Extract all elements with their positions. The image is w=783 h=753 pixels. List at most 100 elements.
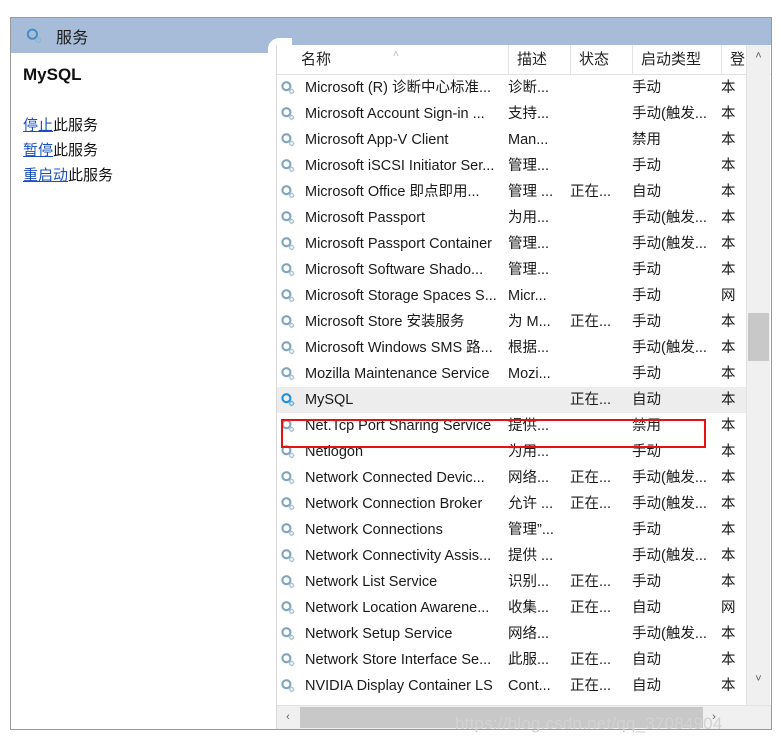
- scroll-left-icon[interactable]: ‹: [277, 706, 299, 729]
- table-row[interactable]: Microsoft Passport 为用... 手动(触发... 本: [277, 205, 748, 231]
- sort-ascending-icon: ˄: [393, 49, 399, 60]
- table-row[interactable]: Network Connected Devic... 网络... 正在... 手动(触…: [277, 465, 748, 491]
- cell-name: Network List Service: [305, 574, 438, 590]
- table-row[interactable]: Net.Tcp Port Sharing Service 提供... 禁用 本: [277, 413, 748, 439]
- cell-startup-type: 手动(触发...: [632, 210, 707, 226]
- cell-description: Mozi...: [508, 366, 551, 382]
- table-row[interactable]: Network Connection Broker 允许 ... 正在... 手动(触…: [277, 491, 748, 517]
- table-row[interactable]: Microsoft Store 安装服务 为 M... 正在... 手动 本: [277, 309, 748, 335]
- table-row[interactable]: Network Setup Service 网络... 手动(触发... 本: [277, 621, 748, 647]
- cell-log-on-as: 本: [721, 626, 736, 642]
- stop-service-link[interactable]: 停止: [23, 117, 53, 134]
- table-row[interactable]: Microsoft Passport Container 管理... 手动(触发..…: [277, 231, 748, 257]
- stop-service-row[interactable]: 停止此服务: [23, 113, 275, 138]
- cell-description: 收集...: [508, 600, 550, 616]
- restart-service-row[interactable]: 重启动此服务: [23, 163, 275, 188]
- cell-startup-type: 手动: [632, 262, 661, 278]
- table-row[interactable]: Network Location Awarene... 收集... 正在... 自动 网: [277, 595, 748, 621]
- vertical-scrollbar[interactable]: ˄ ˅: [746, 45, 770, 728]
- cell-name: Microsoft Storage Spaces S...: [305, 288, 497, 304]
- column-header-description[interactable]: 描述: [508, 45, 570, 74]
- restart-service-link[interactable]: 重启动: [23, 167, 68, 184]
- services-row-container[interactable]: Microsoft (R) 诊断中心标准... 诊断... 手动本 Microsoft…: [277, 75, 748, 705]
- cell-status: [570, 621, 628, 647]
- scroll-down-icon[interactable]: ˅: [747, 668, 770, 690]
- cell-status: [570, 283, 628, 309]
- cell-description: 提供...: [508, 418, 550, 434]
- cell-name: Network Connection Broker: [305, 496, 483, 512]
- cell-status: 正在...: [570, 574, 612, 590]
- table-row[interactable]: Microsoft Office 即点即用... 管理 ... 正在... 自动 本: [277, 179, 748, 205]
- cell-status: 正在...: [570, 184, 612, 200]
- cell-description: 管理 ...: [508, 184, 554, 200]
- table-row[interactable]: Network Connections 管理”... 手动 本: [277, 517, 748, 543]
- cell-name: Microsoft Store 安装服务: [305, 314, 465, 330]
- cell-name: Microsoft iSCSI Initiator Ser...: [305, 158, 495, 174]
- cell-status: [570, 335, 628, 361]
- table-row[interactable]: Mozilla Maintenance Service Mozi... 手动 本: [277, 361, 748, 387]
- cell-startup-type: 手动: [632, 158, 661, 174]
- scroll-up-icon[interactable]: ˄: [747, 45, 770, 67]
- cell-name: Microsoft Software Shado...: [305, 262, 484, 278]
- service-detail-pane: MySQL 停止此服务 暂停此服务 重启动此服务: [11, 53, 275, 729]
- cell-startup-type: 自动: [632, 678, 661, 694]
- service-action-links: 停止此服务 暂停此服务 重启动此服务: [23, 113, 275, 188]
- cell-description: 诊断...: [508, 80, 550, 96]
- table-row[interactable]: NVIDIA Display Container LS Cont... 正在... 自…: [277, 673, 748, 699]
- cell-startup-type: 手动: [632, 444, 661, 460]
- table-row[interactable]: Network Connectivity Assis... 提供 ... 手动(触发…: [277, 543, 748, 569]
- table-row[interactable]: MySQL 正在... 自动 本: [277, 387, 748, 413]
- cell-status: 正在...: [570, 600, 612, 616]
- cell-name: Microsoft Windows SMS 路...: [305, 340, 493, 356]
- scroll-right-icon[interactable]: ›: [703, 706, 725, 729]
- table-row[interactable]: Microsoft App-V Client Man... 禁用 本: [277, 127, 748, 153]
- cell-name: Microsoft Account Sign-in ...: [305, 106, 485, 122]
- cell-status: [570, 231, 628, 257]
- window-title: 服务: [56, 29, 89, 47]
- cell-log-on-as: 本: [721, 158, 736, 174]
- cell-log-on-as: 本: [721, 236, 736, 252]
- cell-name: Microsoft App-V Client: [305, 132, 449, 148]
- cell-startup-type: 手动(触发...: [632, 106, 707, 122]
- restart-service-tail: 此服务: [68, 167, 114, 184]
- cell-name: Microsoft (R) 诊断中心标准...: [305, 80, 492, 96]
- cell-log-on-as: 本: [721, 314, 736, 330]
- cell-log-on-as: 本: [721, 210, 736, 226]
- vertical-scrollbar-thumb[interactable]: [748, 313, 769, 361]
- cell-log-on-as: 本: [721, 574, 736, 590]
- table-row[interactable]: Microsoft (R) 诊断中心标准... 诊断... 手动 本: [277, 75, 748, 101]
- cell-log-on-as: 本: [721, 340, 736, 356]
- cell-startup-type: 自动: [632, 600, 661, 616]
- cell-status: [570, 153, 628, 179]
- column-header-log-on-as[interactable]: 登: [721, 45, 748, 74]
- cell-description: Cont...: [508, 678, 551, 694]
- cell-description: [508, 387, 566, 413]
- horizontal-scrollbar[interactable]: ‹ ›: [277, 705, 771, 729]
- cell-log-on-as: 本: [721, 80, 736, 96]
- cell-startup-type: 手动(触发...: [632, 340, 707, 356]
- table-row[interactable]: Microsoft Storage Spaces S... Micr... 手动 网: [277, 283, 748, 309]
- table-row[interactable]: Microsoft Account Sign-in ... 支持... 手动(触发.…: [277, 101, 748, 127]
- column-header-status[interactable]: 状态: [570, 45, 632, 74]
- table-row[interactable]: Microsoft Software Shado... 管理... 手动 本: [277, 257, 748, 283]
- selected-service-name: MySQL: [23, 65, 82, 84]
- table-row[interactable]: Network List Service 识别... 正在... 手动 本: [277, 569, 748, 595]
- cell-status: [570, 439, 628, 465]
- pause-service-row[interactable]: 暂停此服务: [23, 138, 275, 163]
- cell-name: Net.Tcp Port Sharing Service: [305, 418, 492, 434]
- table-row[interactable]: Netlogon 为用... 手动 本: [277, 439, 748, 465]
- pause-service-link[interactable]: 暂停: [23, 142, 53, 159]
- cell-description: 为 M...: [508, 314, 551, 330]
- cell-startup-type: 禁用: [632, 418, 661, 434]
- horizontal-scrollbar-thumb[interactable]: [300, 707, 703, 728]
- stop-service-tail: 此服务: [53, 117, 99, 134]
- table-row[interactable]: Microsoft Windows SMS 路... 根据... 手动(触发... 本: [277, 335, 748, 361]
- cell-status: [570, 413, 628, 439]
- cell-name: Network Setup Service: [305, 626, 453, 642]
- cell-log-on-as: 本: [721, 444, 736, 460]
- table-row[interactable]: Network Store Interface Se... 此服... 正在... 自…: [277, 647, 748, 673]
- cell-description: 根据...: [508, 340, 550, 356]
- cell-description: 此服...: [508, 652, 550, 668]
- table-row[interactable]: Microsoft iSCSI Initiator Ser... 管理... 手动 本: [277, 153, 748, 179]
- column-header-startup-type[interactable]: 启动类型: [632, 45, 721, 74]
